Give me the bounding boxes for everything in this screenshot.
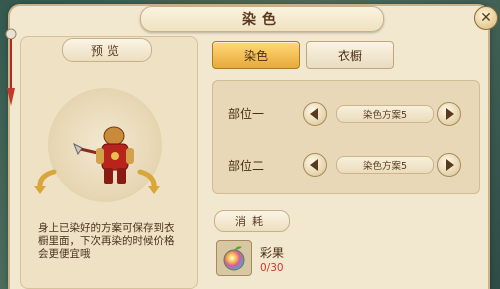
cost-item-slot[interactable] [216,240,252,276]
window-title: 染色 [242,12,282,28]
arrow-left-icon [310,159,318,171]
close-button[interactable]: ✕ [474,6,498,30]
rotate-right-button[interactable] [136,168,162,196]
tab-wardrobe-label: 衣橱 [337,48,362,63]
part-two-label: 部位二 [228,159,265,173]
part-one-scheme-value: 染色方案5 [362,110,408,121]
tab-wardrobe[interactable]: 衣橱 [306,41,394,69]
dye-parts-box [212,80,480,194]
preview-label: 预览 [90,43,123,58]
part-one-next-button[interactable] [437,102,461,126]
arrow-right-icon [446,108,454,120]
tab-dye-label: 染色 [243,48,268,63]
cost-label: 消耗 [235,215,269,228]
rotate-left-icon [34,169,57,194]
preview-header: 预览 [62,38,152,62]
rotate-right-icon [137,169,160,194]
close-icon: ✕ [480,10,492,26]
part-two-prev-button[interactable] [303,153,327,177]
cost-header: 消耗 [214,210,290,232]
preview-description: 身上已染好的方案可保存到衣橱里面，下次再染的时候价格会更便宜哦 [38,222,175,260]
tassel-ornament-icon [4,28,18,108]
arrow-right-icon [446,159,454,171]
part-two-scheme: 染色方案5 [336,156,434,174]
part-two-next-button[interactable] [437,153,461,177]
part-two-scheme-value: 染色方案5 [362,161,408,172]
arrow-left-icon [310,108,318,120]
part-one-scheme: 染色方案5 [336,105,434,123]
part-one-prev-button[interactable] [303,102,327,126]
cost-item-name: 彩果 [260,246,285,260]
tab-dye[interactable]: 染色 [212,41,300,69]
character-model[interactable] [72,118,142,188]
cost-item-count: 0/30 [260,262,284,274]
colorful-fruit-icon [223,246,245,271]
part-one-label: 部位一 [228,107,265,121]
window-title-banner: 染色 [140,6,384,32]
rotate-left-button[interactable] [32,168,58,196]
